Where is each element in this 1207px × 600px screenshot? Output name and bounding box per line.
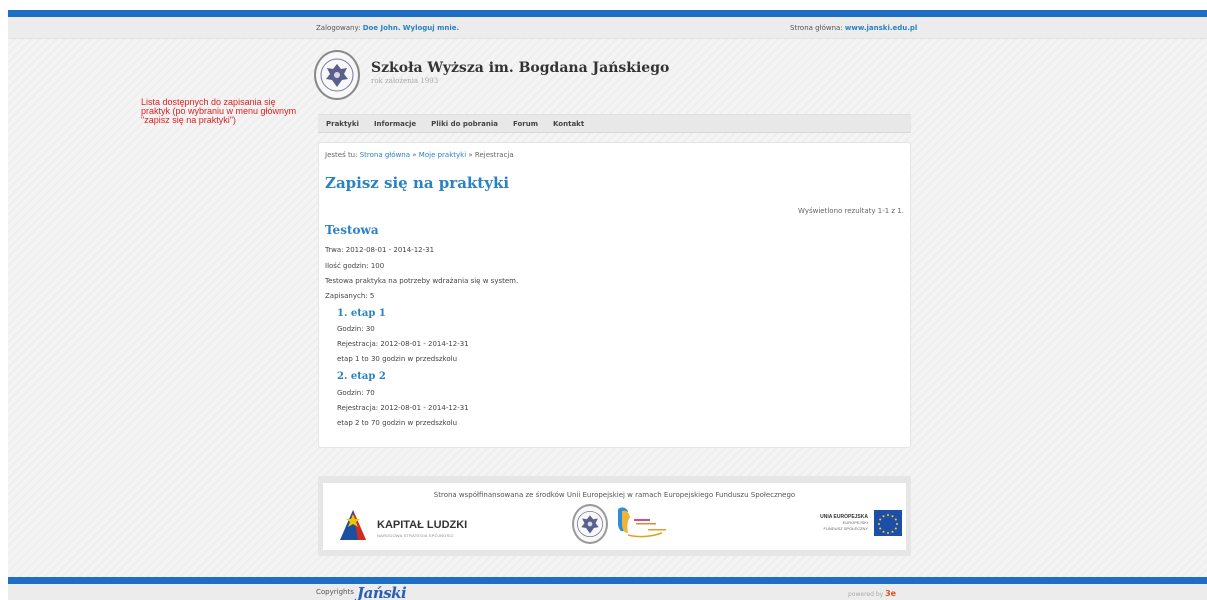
breadcrumb-current: Rejestracja (474, 151, 514, 159)
bottom-strip (8, 584, 1207, 600)
copyright-text: Copyrights (316, 588, 354, 596)
stage-registration-label: Rejestracja: (337, 404, 379, 412)
enrolled-label: Zapisanych: (325, 292, 368, 300)
footer-seal-icon (572, 504, 608, 544)
main-content: Jesteś tu: Strona główna » Moje praktyki… (318, 142, 911, 448)
powered-by-text: powered by (848, 591, 884, 598)
breadcrumb-separator: » (468, 151, 473, 159)
nav-item-informacje[interactable]: Informacje (374, 120, 416, 128)
stage-registration-value: 2012-08-01 - 2014-12-31 (380, 340, 469, 348)
nav-item-praktyki[interactable]: Praktyki (326, 120, 359, 128)
duration-label: Trwa: (325, 246, 344, 254)
breadcrumb-home-link[interactable]: Strona główna (360, 151, 410, 159)
internship-description: Testowa praktyka na potrzeby wdrażania s… (325, 277, 519, 285)
stage-hours-value: 30 (365, 325, 375, 333)
stage-title-link[interactable]: 1. etap 1 (337, 308, 386, 319)
project-colorful-logo-icon (618, 507, 666, 538)
eu-stars-icon (878, 514, 898, 534)
kapital-ludzki-subtitle: NARODOWA STRATEGIA SPÓJNOŚCI (377, 533, 454, 538)
stage-description: etap 2 to 70 godzin w przedszkolu (337, 419, 458, 427)
breadcrumb-prefix: Jesteś tu: (325, 151, 358, 159)
breadcrumb-my-internships-link[interactable]: Moje praktyki (419, 151, 466, 159)
internship-enrolled: Zapisanych: 5 (325, 292, 374, 300)
stage-hours-value: 70 (365, 389, 375, 397)
duration-value: 2012-08-01 - 2014-12-31 (345, 246, 435, 254)
eu-footer-inner: Strona współfinansowana ze środków Unii … (323, 483, 906, 550)
logout-link[interactable]: Wyloguj mnie. (403, 24, 459, 32)
stage-hours: Godzin: 30 (337, 325, 375, 333)
homepage-prefix: Strona główna: (790, 24, 843, 32)
eu-label-social-fund: FUNDUSZ SPOŁECZNY (823, 526, 868, 531)
top-user-strip (8, 17, 1207, 39)
annotation-note: Lista dostępnych do zapisania się prakty… (141, 97, 297, 125)
eu-footer: Strona współfinansowana ze środków Unii … (318, 476, 911, 556)
nav-item-pliki[interactable]: Pliki do pobrania (431, 120, 498, 128)
nav-item-kontakt[interactable]: Kontakt (553, 120, 584, 128)
kapital-ludzki-title: KAPITAŁ LUDZKI (377, 519, 468, 531)
page-title: Zapisz się na praktyki (325, 174, 510, 192)
kapital-ludzki-logo-icon (340, 510, 366, 540)
stage-registration: Rejestracja: 2012-08-01 - 2014-12-31 (337, 404, 469, 412)
nav-item-forum[interactable]: Forum (513, 120, 538, 128)
eu-label-european: EUROPEJSKI (842, 520, 868, 525)
powered-by-mark: 3e (885, 589, 897, 598)
janski-logo[interactable]: Jański (357, 584, 407, 600)
login-info: Zalogowany: Doe John. Wyloguj mnie. (316, 24, 459, 32)
internship-duration: Trwa: 2012-08-01 - 2014-12-31 (325, 246, 434, 254)
stage-registration-value: 2012-08-01 - 2014-12-31 (380, 404, 469, 412)
top-accent-bar (8, 10, 1207, 17)
university-seal-icon[interactable] (314, 50, 360, 100)
results-count: Wyświetlono rezultaty 1-1 z 1. (798, 207, 904, 215)
stage-hours-label: Godzin: (337, 389, 364, 397)
stage-title-link[interactable]: 2. etap 2 (337, 371, 386, 382)
powered-by[interactable]: powered by 3e (848, 589, 896, 598)
enrolled-value: 5 (369, 292, 375, 300)
site-title[interactable]: Szkoła Wyższa im. Bogdana Jańskiego (371, 60, 669, 76)
homepage-info: Strona główna: www.janski.edu.pl (790, 24, 917, 32)
login-prefix: Zalogowany: (316, 24, 361, 32)
stage-hours: Godzin: 70 (337, 389, 375, 397)
eu-cofinancing-text: Strona współfinansowana ze środków Unii … (433, 491, 796, 499)
homepage-link[interactable]: www.janski.edu.pl (845, 24, 917, 32)
bottom-accent-bar (8, 577, 1207, 584)
eu-flag-icon (874, 510, 902, 536)
stage-registration: Rejestracja: 2012-08-01 - 2014-12-31 (337, 340, 469, 348)
hours-value: 100 (370, 262, 385, 270)
internship-hours: Ilość godzin: 100 (325, 262, 384, 270)
site-subtitle: rok założenia 1993 (371, 77, 439, 85)
breadcrumb: Jesteś tu: Strona główna » Moje praktyki… (325, 151, 514, 159)
breadcrumb-separator: » (412, 151, 417, 159)
stage-hours-label: Godzin: (337, 325, 364, 333)
stage-registration-label: Rejestracja: (337, 340, 379, 348)
eu-label: UNIA EUROPEJSKA EUROPEJSKI FUNDUSZ SPOŁE… (788, 514, 868, 532)
footer-seal-emblem-icon (576, 510, 604, 538)
internship-title-link[interactable]: Testowa (325, 223, 379, 237)
user-name-link[interactable]: Doe John. (363, 24, 401, 32)
seal-emblem-icon (320, 58, 354, 92)
stage-description: etap 1 to 30 godzin w przedszkolu (337, 355, 458, 363)
main-nav: Praktyki Informacje Pliki do pobrania Fo… (318, 114, 911, 133)
hours-label: Ilość godzin: (325, 262, 369, 270)
